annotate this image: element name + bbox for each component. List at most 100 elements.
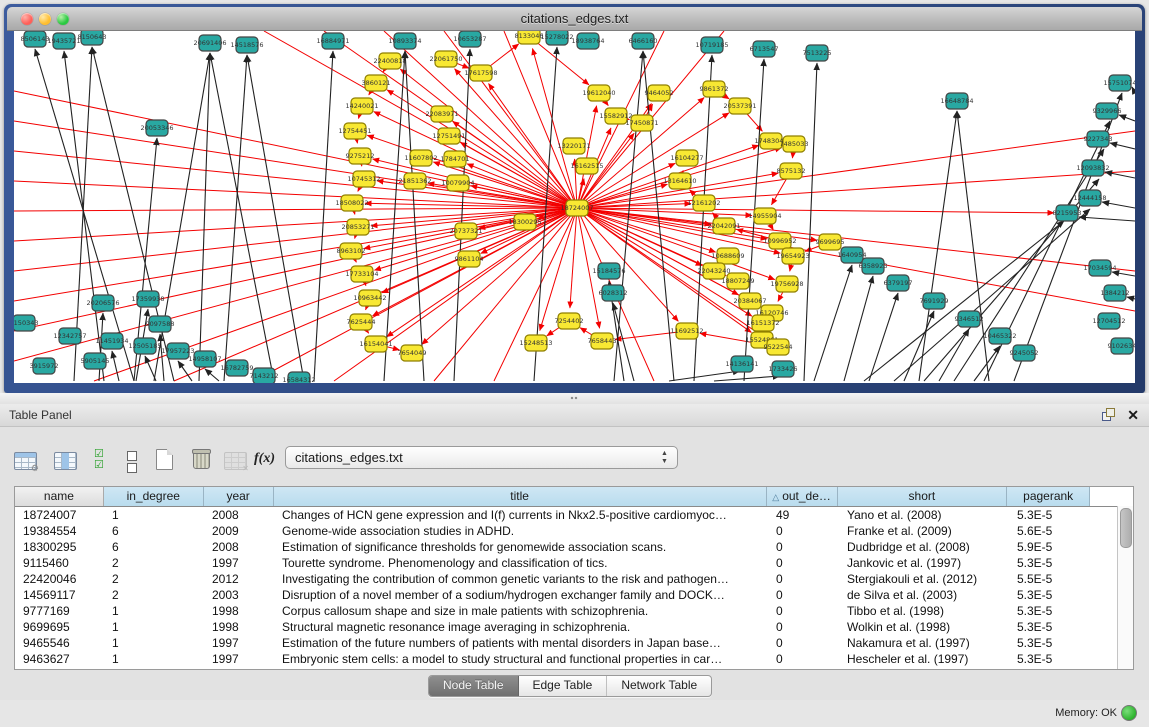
table-cell[interactable]: 6 <box>104 539 204 555</box>
graph-edge-red[interactable] <box>540 208 577 331</box>
graph-node[interactable]: 8575132 <box>777 163 806 179</box>
graph-node[interactable]: 22083971 <box>425 106 458 122</box>
graph-node[interactable]: 11692512 <box>670 323 703 339</box>
graph-node[interactable]: 20691406 <box>193 35 226 51</box>
table-cell[interactable]: 2 <box>104 587 204 603</box>
graph-node[interactable]: 15248513 <box>519 335 552 351</box>
graph-edge-black[interactable] <box>205 369 219 381</box>
graph-node[interactable]: 7254402 <box>555 313 584 329</box>
graph-node[interactable]: 17034594 <box>1083 260 1116 276</box>
graph-node[interactable]: 3860121 <box>362 75 391 91</box>
close-panel-icon[interactable]: ✕ <box>1127 406 1139 424</box>
table-cell[interactable]: Nakamura et al. (1997) <box>839 635 1009 651</box>
graph-edge-black[interactable] <box>112 351 119 381</box>
show-columns-button[interactable] <box>52 447 78 473</box>
table-cell[interactable]: 0 <box>768 635 839 651</box>
table-cell[interactable]: 1997 <box>204 651 274 667</box>
graph-node[interactable]: 5905145 <box>81 353 110 369</box>
graph-node[interactable]: 9227343 <box>1084 131 1113 147</box>
table-cell[interactable]: 18300295 <box>15 539 104 555</box>
graph-node[interactable]: 15751074 <box>1103 75 1135 91</box>
table-cell[interactable]: 9465546 <box>15 635 104 651</box>
graph-node[interactable]: 10893374 <box>388 33 421 49</box>
table-row[interactable]: 969969511998Structural magnetic resonanc… <box>15 619 1133 635</box>
table-cell[interactable]: 0 <box>768 555 839 571</box>
split-divider-grip[interactable] <box>570 396 579 401</box>
graph-node[interactable]: 22400818 <box>373 53 406 69</box>
graph-node[interactable]: 7143212 <box>250 368 279 383</box>
graph-node[interactable]: 22061750 <box>429 51 462 67</box>
column-header-name[interactable]: name <box>15 487 104 506</box>
graph-node[interactable]: 18938764 <box>571 33 604 49</box>
table-cell[interactable]: Yano et al. (2008) <box>839 507 1009 523</box>
table-cell[interactable]: Embryonic stem cells: a model to study s… <box>274 651 768 667</box>
table-cell[interactable]: 19384554 <box>15 523 104 539</box>
graph-node[interactable]: 9861104 <box>455 251 484 267</box>
table-selector-dropdown[interactable]: citations_edges.txt ▲▼ <box>285 446 678 469</box>
table-cell[interactable]: 49 <box>768 507 839 523</box>
table-cell[interactable]: 0 <box>768 619 839 635</box>
graph-node[interactable]: 7513225 <box>803 45 832 61</box>
table-cell[interactable]: 1 <box>104 603 204 619</box>
table-cell[interactable]: 0 <box>768 603 839 619</box>
graph-edge-black[interactable] <box>844 276 873 381</box>
table-cell[interactable]: Tourette syndrome. Phenomenology and cla… <box>274 555 768 571</box>
table-cell[interactable]: Hescheler et al. (1997) <box>839 651 1009 667</box>
table-cell[interactable]: 1998 <box>204 603 274 619</box>
table-cell[interactable]: Franke et al. (2009) <box>839 523 1009 539</box>
table-cell[interactable]: 5.3E-5 <box>1009 507 1092 523</box>
new-document-button[interactable] <box>152 447 178 473</box>
graph-node[interactable]: 12505185 <box>128 338 161 354</box>
table-scrollbar-thumb[interactable] <box>1120 508 1132 548</box>
network-window-titlebar[interactable]: citations_edges.txt <box>7 7 1142 31</box>
graph-node[interactable]: 9522544 <box>764 339 793 355</box>
table-cell[interactable]: 2008 <box>204 539 274 555</box>
graph-node[interactable]: 22042091 <box>707 218 740 234</box>
graph-edge-black[interactable] <box>210 53 274 381</box>
graph-edge-black[interactable] <box>869 293 898 381</box>
graph-node[interactable]: 21851362 <box>398 173 431 189</box>
graph-node[interactable]: 1384212 <box>1101 285 1130 301</box>
column-header-short[interactable]: short <box>838 487 1008 506</box>
graph-node[interactable]: 6379197 <box>884 275 913 291</box>
graph-edge-black[interactable] <box>1132 87 1135 93</box>
table-row[interactable]: 946554611997Estimation of the future num… <box>15 635 1133 651</box>
table-cell[interactable]: 5.3E-5 <box>1009 587 1092 603</box>
graph-node[interactable]: 19435721 <box>47 33 80 49</box>
graph-node[interactable]: 9464052 <box>645 85 674 101</box>
table-scrollbar[interactable] <box>1117 506 1133 669</box>
table-cell[interactable]: 2008 <box>204 507 274 523</box>
table-cell[interactable]: 2012 <box>204 571 274 587</box>
graph-node[interactable]: 10465322 <box>983 328 1016 344</box>
graph-edge-black[interactable] <box>814 265 852 381</box>
graph-edge-black[interactable] <box>314 51 333 381</box>
graph-node[interactable]: 20737321 <box>449 223 482 239</box>
network-graph[interactable]: 8506143194357218150643206914061451857616… <box>14 31 1135 383</box>
graph-node[interactable]: 9346512 <box>955 311 984 327</box>
table-cell[interactable]: 1 <box>104 635 204 651</box>
graph-node[interactable]: 16884971 <box>316 33 349 49</box>
graph-edge-black[interactable] <box>247 55 304 381</box>
graph-node[interactable]: 11607802 <box>404 150 437 166</box>
table-cell[interactable]: 9777169 <box>15 603 104 619</box>
function-button[interactable]: f(x) <box>254 447 280 473</box>
graph-node[interactable]: 8963102 <box>337 243 366 259</box>
table-cell[interactable]: Tibbo et al. (1998) <box>839 603 1009 619</box>
graph-node[interactable]: 10653287 <box>453 31 486 47</box>
tab-node-table[interactable]: Node Table <box>429 676 519 696</box>
column-header-year[interactable]: year <box>204 487 274 506</box>
graph-node[interactable]: 7658443 <box>588 333 617 349</box>
table-cell[interactable]: 1997 <box>204 635 274 651</box>
graph-node[interactable]: 6466160 <box>629 33 658 49</box>
graph-node[interactable]: 9245052 <box>1010 345 1039 361</box>
table-cell[interactable]: 18724007 <box>15 507 104 523</box>
graph-node[interactable]: 14240021 <box>345 98 378 114</box>
graph-edge-black[interactable] <box>1102 202 1135 208</box>
table-cell[interactable]: 6 <box>104 523 204 539</box>
table-cell[interactable]: 5.3E-5 <box>1009 555 1092 571</box>
graph-node[interactable]: 12444158 <box>1073 190 1106 206</box>
graph-node[interactable]: 7625444 <box>347 314 376 330</box>
graph-node[interactable]: 17733104 <box>345 266 378 282</box>
table-cell[interactable]: de Silva et al. (2003) <box>839 587 1009 603</box>
table-cell[interactable]: 14569117 <box>15 587 104 603</box>
